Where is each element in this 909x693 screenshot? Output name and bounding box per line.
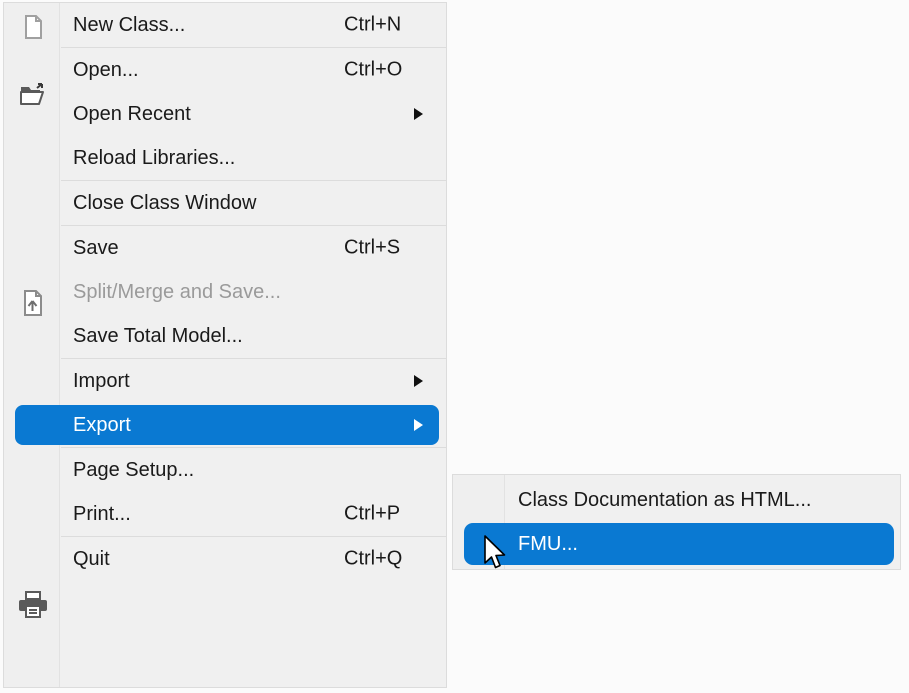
file-menu[interactable]: New Class... Ctrl+N Open... Ctrl+O Open … — [3, 2, 447, 688]
printer-icon — [18, 589, 48, 619]
submenu-arrow-icon — [414, 108, 423, 120]
menu-item-split-merge-and-save: Split/Merge and Save... — [61, 270, 446, 314]
menu-item-page-setup[interactable]: Page Setup... — [61, 448, 446, 492]
menu-item-label: Open... — [73, 58, 139, 81]
menu-item-quit[interactable]: Quit Ctrl+Q — [61, 537, 446, 581]
open-folder-icon — [18, 79, 48, 109]
menu-item-save[interactable]: Save Ctrl+S — [61, 226, 446, 270]
menu-item-label: Import — [73, 369, 130, 392]
menu-item-label: Quit — [73, 547, 110, 570]
menu-item-close-class-window[interactable]: Close Class Window — [61, 181, 446, 225]
menu-item-shortcut: Ctrl+S — [344, 236, 401, 259]
menu-item-print[interactable]: Print... Ctrl+P — [61, 492, 446, 536]
menu-item-label: Page Setup... — [73, 458, 195, 481]
menu-item-label: Split/Merge and Save... — [73, 280, 281, 303]
menu-item-label: Print... — [73, 502, 131, 525]
submenu-arrow-icon — [414, 375, 423, 387]
menu-item-shortcut: Ctrl+N — [344, 13, 402, 36]
menu-items-container: New Class... Ctrl+N Open... Ctrl+O Open … — [15, 3, 446, 687]
menu-item-label: Reload Libraries... — [73, 146, 236, 169]
menu-item-save-total-model[interactable]: Save Total Model... — [61, 314, 446, 358]
submenu-item-fmu[interactable]: FMU... — [464, 522, 900, 566]
menu-item-shortcut: Ctrl+O — [344, 58, 403, 81]
menu-item-open-recent[interactable]: Open Recent — [61, 92, 446, 136]
export-submenu[interactable]: Class Documentation as HTML... FMU... — [452, 474, 901, 570]
menu-item-shortcut: Ctrl+Q — [344, 547, 403, 570]
menu-item-label: Close Class Window — [73, 191, 257, 214]
menu-item-new-class[interactable]: New Class... Ctrl+N — [61, 3, 446, 47]
submenu-items-container: Class Documentation as HTML... FMU... — [464, 475, 900, 569]
menu-item-label: Save Total Model... — [73, 324, 243, 347]
submenu-arrow-icon — [414, 419, 423, 431]
menu-item-export[interactable]: Export — [15, 403, 446, 447]
save-document-icon — [18, 288, 48, 318]
menu-item-label: Save — [73, 236, 119, 259]
menu-item-reload-libraries[interactable]: Reload Libraries... — [61, 136, 446, 180]
new-document-icon — [18, 12, 48, 42]
menu-item-open[interactable]: Open... Ctrl+O — [61, 48, 446, 92]
submenu-item-label: FMU... — [518, 532, 578, 555]
submenu-item-class-documentation-as-html[interactable]: Class Documentation as HTML... — [506, 478, 900, 522]
menu-item-label: Export — [73, 413, 131, 436]
submenu-item-label: Class Documentation as HTML... — [518, 488, 812, 511]
menu-item-shortcut: Ctrl+P — [344, 502, 401, 525]
menu-icon-gutter — [4, 3, 60, 687]
menu-item-label: New Class... — [73, 13, 186, 36]
menu-item-import[interactable]: Import — [61, 359, 446, 403]
menu-item-label: Open Recent — [73, 102, 191, 125]
